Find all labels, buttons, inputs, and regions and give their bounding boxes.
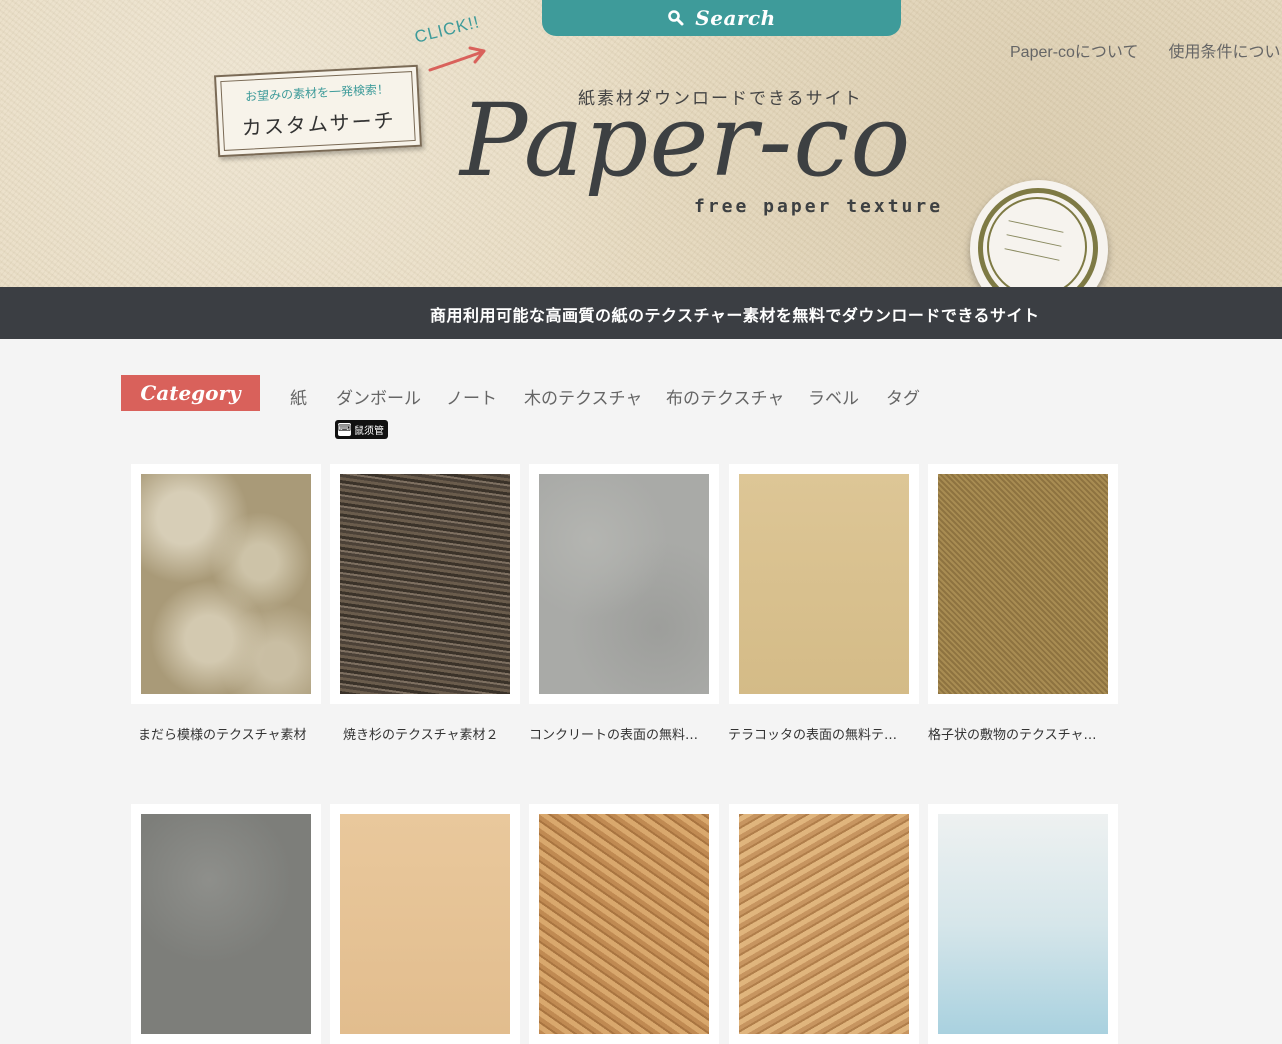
texture-card[interactable] bbox=[330, 804, 520, 1044]
keyboard-icon: ⌨ bbox=[338, 423, 351, 436]
search-button-label: Search bbox=[695, 6, 776, 30]
nav-terms-link[interactable]: 使用条件につい bbox=[1168, 44, 1280, 61]
category-link-notebook[interactable]: ノート bbox=[446, 384, 497, 409]
category-link-tag[interactable]: タグ bbox=[886, 384, 920, 409]
tagline-text: 商用利用可能な高画質の紙のテクスチャー素材を無料でダウンロードできるサイト bbox=[430, 306, 1040, 325]
logo-tagline: free paper texture bbox=[694, 196, 944, 217]
texture-card[interactable] bbox=[131, 464, 321, 704]
texture-card[interactable] bbox=[928, 804, 1118, 1044]
search-button[interactable]: Search bbox=[542, 0, 901, 36]
stamp-decoration bbox=[970, 180, 1108, 287]
texture-title[interactable]: まだら模様のテクスチャ素材 bbox=[138, 724, 313, 743]
input-method-badge[interactable]: ⌨ 鼠须管 bbox=[335, 420, 388, 439]
texture-card[interactable] bbox=[529, 464, 719, 704]
texture-title[interactable]: 焼き杉のテクスチャ素材２ bbox=[343, 724, 518, 743]
texture-card[interactable] bbox=[729, 804, 919, 1044]
top-nav: Paper-coについて 使用条件につい bbox=[1010, 38, 1282, 62]
texture-title[interactable]: コンクリートの表面の無料テクスチャ素材 bbox=[529, 724, 704, 743]
texture-thumbnail bbox=[739, 814, 909, 1034]
click-hint: CLICK!! bbox=[412, 12, 482, 47]
texture-thumbnail bbox=[141, 474, 311, 694]
texture-thumbnail bbox=[539, 814, 709, 1034]
category-link-paper[interactable]: 紙 bbox=[290, 384, 307, 409]
texture-thumbnail bbox=[938, 474, 1108, 694]
texture-card[interactable] bbox=[729, 464, 919, 704]
category-link-cloth-texture[interactable]: 布のテクスチャ bbox=[666, 384, 784, 409]
texture-thumbnail bbox=[739, 474, 909, 694]
category-badge: Category bbox=[121, 375, 260, 411]
texture-card[interactable] bbox=[529, 804, 719, 1044]
texture-thumbnail bbox=[340, 474, 510, 694]
texture-thumbnail bbox=[141, 814, 311, 1034]
texture-card[interactable] bbox=[330, 464, 520, 704]
nav-about-link[interactable]: Paper-coについて bbox=[1010, 44, 1138, 61]
category-link-cardboard[interactable]: ダンボール bbox=[336, 384, 421, 409]
search-icon bbox=[668, 10, 684, 26]
texture-card[interactable] bbox=[928, 464, 1118, 704]
stamp-inner-ring bbox=[987, 197, 1087, 287]
texture-thumbnail bbox=[539, 474, 709, 694]
arrow-icon bbox=[428, 46, 486, 72]
site-logo[interactable]: Paper-co bbox=[460, 82, 911, 199]
texture-title[interactable]: テラコッタの表面の無料テクスチャ素材 bbox=[728, 724, 903, 743]
texture-thumbnail bbox=[340, 814, 510, 1034]
category-link-label[interactable]: ラベル bbox=[808, 384, 859, 409]
texture-title[interactable]: 格子状の敷物のテクスチャ素材 bbox=[928, 724, 1103, 743]
category-link-wood-texture[interactable]: 木のテクスチャ bbox=[524, 384, 642, 409]
texture-card[interactable] bbox=[131, 804, 321, 1044]
texture-thumbnail bbox=[938, 814, 1108, 1034]
header-banner: Search Paper-coについて 使用条件につい CLICK!! お望みの素… bbox=[0, 0, 1282, 287]
custom-search-card[interactable]: お望みの素材を一発検索！ カスタムサーチ bbox=[213, 64, 423, 158]
input-method-label: 鼠须管 bbox=[354, 426, 384, 437]
